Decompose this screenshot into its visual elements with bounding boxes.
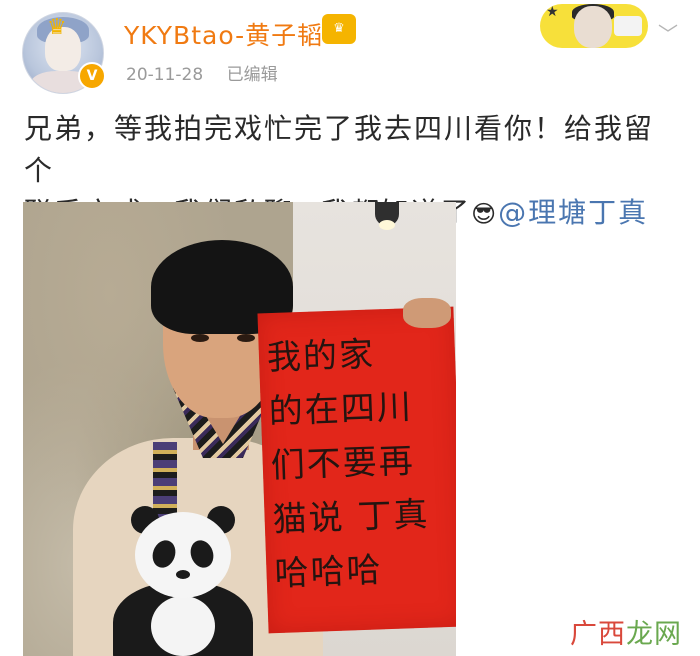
- vip-crown-icon: ♛: [322, 14, 356, 44]
- sign-line: 们不要再: [270, 441, 416, 487]
- watermark-part2: 龙网: [626, 619, 682, 650]
- left-eye: [191, 334, 209, 342]
- panda-nose: [176, 570, 190, 579]
- chevron-down-icon[interactable]: ﹀: [658, 18, 678, 47]
- sign-line: 的在四川: [268, 387, 414, 433]
- panda-head: [135, 512, 231, 598]
- sign-text: 我的家 的在四川 们不要再 猫说 丁真 哈哈哈: [266, 325, 456, 601]
- star-icon: ★: [546, 4, 559, 20]
- sign-line: 猫说 丁真: [271, 494, 431, 541]
- right-eye: [237, 334, 255, 342]
- lamp-glow: [379, 220, 395, 230]
- verified-badge: V: [78, 62, 106, 90]
- red-sign: 我的家 的在四川 们不要再 猫说 丁真 哈哈哈: [257, 306, 456, 634]
- watermark-part1: 广西: [570, 619, 626, 650]
- post-image[interactable]: 我的家 的在四川 们不要再 猫说 丁真 哈哈哈: [23, 202, 456, 656]
- sign-line: 哈哈哈: [273, 550, 384, 595]
- edited-label: 已编辑: [226, 65, 278, 85]
- fan-badge-tag: [614, 16, 642, 36]
- watermark: 广西龙网: [570, 612, 682, 651]
- panda-belly: [151, 596, 215, 656]
- fan-badge-face: [574, 6, 612, 48]
- username[interactable]: YKYBtao-黄子韬: [124, 16, 323, 52]
- post-timestamp: 20-11-28: [126, 65, 204, 85]
- crown-icon: ♛: [47, 15, 67, 40]
- sunglasses-emoji-icon: 😎: [471, 200, 499, 228]
- hand: [403, 298, 451, 328]
- fan-badge[interactable]: ★: [540, 4, 648, 48]
- mention-link[interactable]: @理塘丁真: [498, 196, 648, 229]
- post-meta: 20-11-28 已编辑: [126, 60, 278, 85]
- post-text-line1: 兄弟，等我拍完戏忙完了我去四川看你！给我留个: [24, 112, 655, 187]
- panda-plush: [113, 506, 253, 656]
- sign-line: 我的家: [266, 334, 376, 379]
